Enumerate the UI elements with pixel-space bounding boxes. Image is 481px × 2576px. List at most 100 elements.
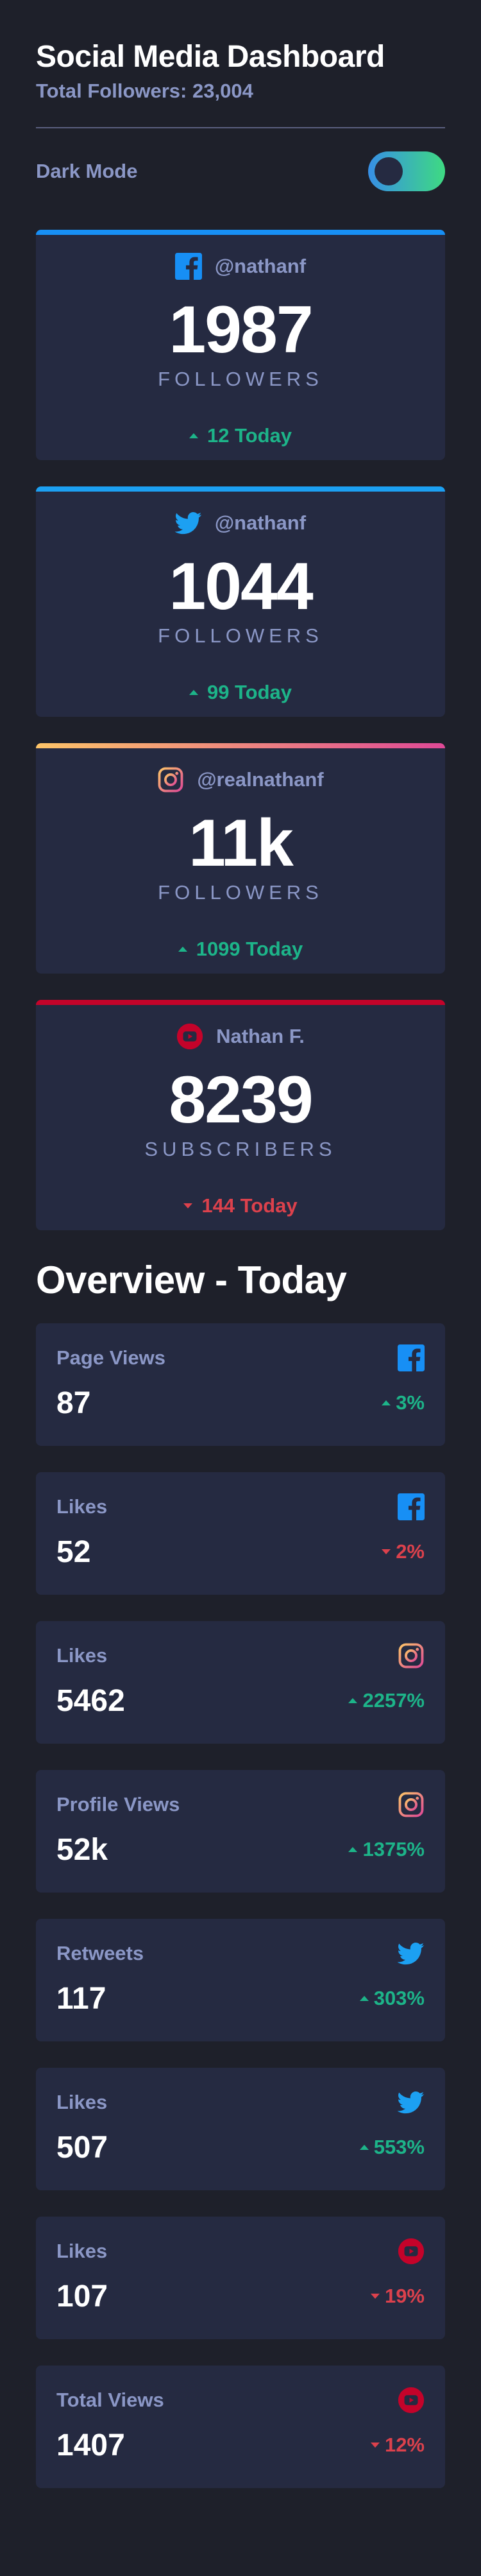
overview-card[interactable]: Likes 5462 2257% <box>36 1621 445 1744</box>
follower-card-youtube[interactable]: Nathan F. 8239 SUBSCRIBERS 144 Today <box>36 1000 445 1230</box>
percent-text: 19% <box>384 2285 425 2307</box>
overview-percent: 12% <box>370 2434 425 2457</box>
arrow-up-icon <box>189 690 198 695</box>
overview-card[interactable]: Likes 107 19% <box>36 2217 445 2339</box>
dark-mode-label: Dark Mode <box>36 160 138 182</box>
arrow-up-icon <box>359 2145 369 2150</box>
overview-value: 1407 <box>56 2428 125 2462</box>
today-change: 12 Today <box>36 424 445 447</box>
youtube-icon <box>398 2387 425 2414</box>
follower-cards: @nathanf 1987 FOLLOWERS 12 Today @nathan… <box>36 230 445 1230</box>
arrow-down-icon <box>370 2443 380 2448</box>
overview-card[interactable]: Retweets 117 303% <box>36 1919 445 2041</box>
follower-count: 1987 <box>169 293 313 367</box>
arrow-up-icon <box>359 1996 369 2001</box>
overview-percent: 3% <box>382 1391 425 1414</box>
percent-text: 1375% <box>362 1838 425 1860</box>
arrow-down-icon <box>370 2294 380 2299</box>
overview-value: 52k <box>56 1832 108 1867</box>
follower-label: FOLLOWERS <box>158 624 323 647</box>
arrow-up-icon <box>382 1400 391 1405</box>
overview-value: 117 <box>56 1981 106 2016</box>
overview-label: Page Views <box>56 1346 166 1369</box>
youtube-icon <box>176 1023 203 1050</box>
card-accent-bar <box>36 743 445 748</box>
overview-card-bottom: 87 3% <box>56 1384 425 1422</box>
overview-value: 507 <box>56 2130 108 2165</box>
percent-text: 3% <box>396 1391 425 1414</box>
overview-card-top: Page Views <box>56 1344 425 1372</box>
card-handle-row: @nathanf <box>36 252 445 280</box>
instagram-icon <box>157 766 184 793</box>
page-title: Social Media Dashboard <box>36 40 385 74</box>
header-divider <box>36 127 445 128</box>
overview-card-top: Total Views <box>56 2386 425 2414</box>
follower-card-twitter[interactable]: @nathanf 1044 FOLLOWERS 99 Today <box>36 486 445 717</box>
overview-card-top: Profile Views <box>56 1790 425 1819</box>
twitter-icon <box>174 510 202 537</box>
overview-value: 52 <box>56 1534 91 1569</box>
card-handle-row: @realnathanf <box>36 766 445 794</box>
overview-card-bottom: 5462 2257% <box>56 1681 425 1720</box>
arrow-up-icon <box>348 1698 358 1703</box>
overview-card[interactable]: Likes 507 553% <box>36 2068 445 2190</box>
overview-card-top: Retweets <box>56 1939 425 1968</box>
overview-card-bottom: 107 19% <box>56 2277 425 2315</box>
overview-card[interactable]: Likes 52 2% <box>36 1472 445 1595</box>
overview-card-bottom: 117 303% <box>56 1979 425 2018</box>
youtube-icon <box>398 2238 425 2265</box>
twitter-icon <box>398 2089 425 2116</box>
today-text: 1099 Today <box>196 938 303 960</box>
follower-label: FOLLOWERS <box>158 368 323 390</box>
overview-label: Likes <box>56 1644 108 1667</box>
overview-value: 87 <box>56 1386 91 1420</box>
overview-title: Overview - Today <box>36 1258 347 1301</box>
toggle-knob[interactable] <box>375 157 403 185</box>
overview-card[interactable]: Page Views 87 3% <box>36 1323 445 1446</box>
today-change: 144 Today <box>36 1194 445 1217</box>
follower-count: 11k <box>189 806 294 880</box>
card-handle: @nathanf <box>214 511 307 534</box>
today-change: 1099 Today <box>36 938 445 961</box>
follower-count: 1044 <box>169 549 313 624</box>
card-accent-bar <box>36 486 445 492</box>
overview-percent: 2257% <box>348 1689 425 1712</box>
overview-percent: 1375% <box>348 1838 425 1861</box>
follower-card-instagram[interactable]: @realnathanf 11k FOLLOWERS 1099 Today <box>36 743 445 974</box>
percent-text: 2257% <box>362 1689 425 1712</box>
arrow-down-icon <box>183 1203 193 1208</box>
arrow-up-icon <box>178 947 187 952</box>
dark-mode-toggle[interactable] <box>368 151 445 191</box>
today-text: 99 Today <box>207 681 292 703</box>
dashboard: Social Media Dashboard Total Followers: … <box>0 0 481 2488</box>
card-handle: @realnathanf <box>197 768 324 791</box>
overview-percent: 553% <box>359 2136 425 2159</box>
overview-label: Profile Views <box>56 1793 180 1816</box>
percent-text: 2% <box>396 1540 425 1563</box>
follower-label: SUBSCRIBERS <box>144 1138 337 1160</box>
overview-label: Likes <box>56 1495 108 1518</box>
card-accent-bar <box>36 1000 445 1005</box>
overview-label: Likes <box>56 2091 108 2113</box>
facebook-icon <box>398 1493 425 1520</box>
overview-card-top: Likes <box>56 2237 425 2265</box>
overview-value: 5462 <box>56 1683 125 1718</box>
overview-value: 107 <box>56 2279 108 2314</box>
overview-label: Retweets <box>56 1942 144 1964</box>
twitter-icon <box>398 1940 425 1967</box>
percent-text: 12% <box>384 2434 425 2456</box>
overview-card[interactable]: Total Views 1407 12% <box>36 2366 445 2488</box>
overview-card-top: Likes <box>56 2088 425 2117</box>
overview-list: Page Views 87 3% Likes 52 2% Likes 5462 … <box>36 1323 445 2488</box>
instagram-icon <box>398 1642 425 1669</box>
arrow-up-icon <box>189 433 198 438</box>
follower-label: FOLLOWERS <box>158 881 323 904</box>
overview-label: Likes <box>56 2240 108 2262</box>
card-handle-row: @nathanf <box>36 509 445 537</box>
overview-percent: 303% <box>359 1987 425 2010</box>
facebook-icon <box>398 1344 425 1371</box>
total-followers: Total Followers: 23,004 <box>36 80 253 102</box>
follower-card-facebook[interactable]: @nathanf 1987 FOLLOWERS 12 Today <box>36 230 445 460</box>
card-handle: Nathan F. <box>216 1025 305 1047</box>
overview-card[interactable]: Profile Views 52k 1375% <box>36 1770 445 1893</box>
